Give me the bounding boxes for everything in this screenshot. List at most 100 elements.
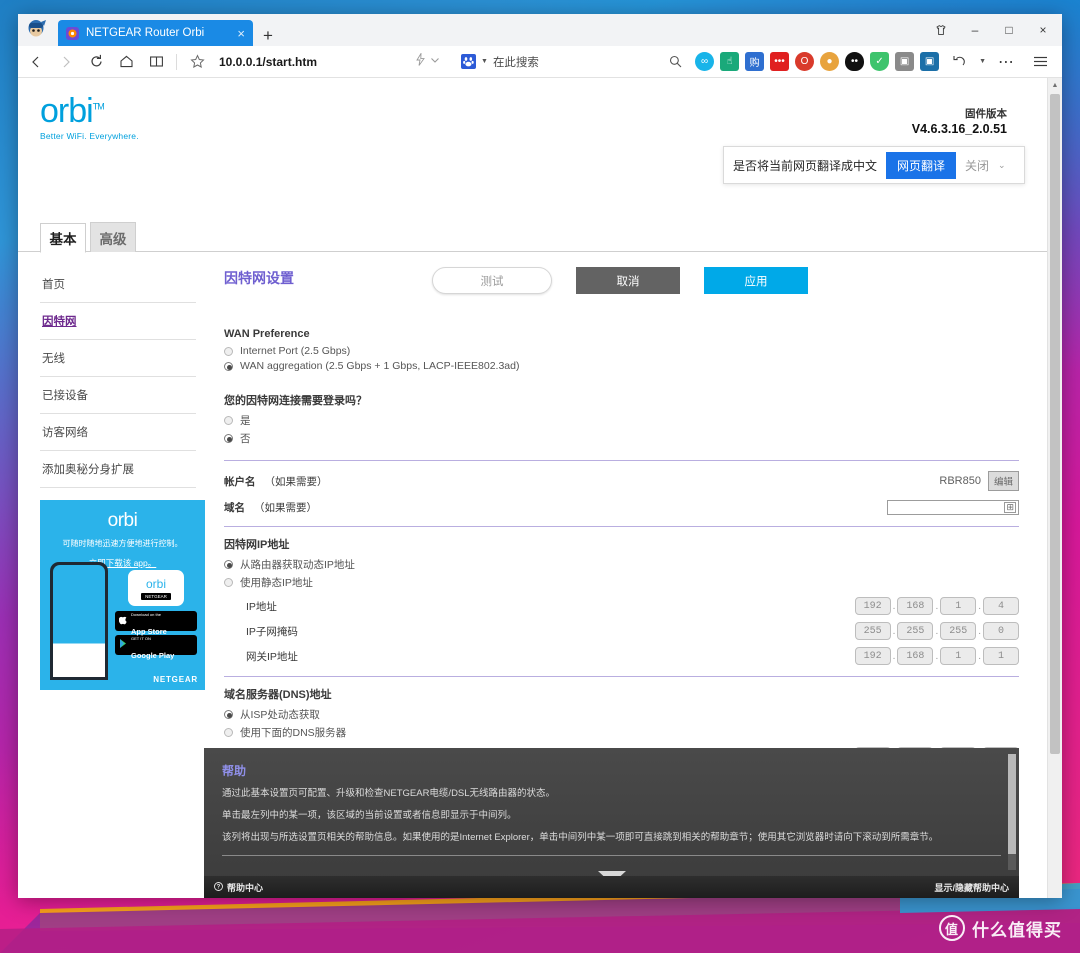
radio-static-ip[interactable]: 使用静态IP地址 bbox=[224, 575, 1019, 590]
octet-input[interactable]: 1 bbox=[983, 647, 1019, 665]
minimize-button[interactable]: – bbox=[958, 15, 992, 45]
radio-icon[interactable] bbox=[224, 362, 233, 371]
scrollbar-thumb[interactable] bbox=[1050, 94, 1060, 754]
scroll-up-icon[interactable]: ▲ bbox=[1048, 78, 1062, 93]
sidebar-item-internet[interactable]: 因特网 bbox=[40, 303, 196, 340]
edit-button[interactable]: 编辑 bbox=[988, 471, 1019, 491]
help-center-link[interactable]: ? 帮助中心 bbox=[214, 881, 263, 894]
chevron-down-icon[interactable] bbox=[429, 53, 441, 71]
radio-login-yes[interactable]: 是 bbox=[224, 413, 1019, 428]
radio-dns-manual[interactable]: 使用下面的DNS服务器 bbox=[224, 725, 1019, 740]
radio-icon[interactable] bbox=[224, 347, 233, 356]
help-body: 帮助 通过此基本设置页可配置、升级和检查NETGEAR电缆/DSL无线路由器的状… bbox=[204, 748, 1019, 876]
new-tab-button[interactable]: + bbox=[263, 27, 273, 44]
shirt-icon[interactable] bbox=[924, 15, 958, 45]
home-icon[interactable] bbox=[112, 48, 140, 76]
extension-camera-gray-icon[interactable]: ▣ bbox=[895, 52, 914, 71]
octet-input[interactable]: 255 bbox=[940, 622, 976, 640]
octet-input[interactable]: 1 bbox=[940, 597, 976, 615]
sidebar-item-attached-devices[interactable]: 已接设备 bbox=[40, 377, 196, 414]
octet-input[interactable]: 1 bbox=[940, 647, 976, 665]
radio-dns-from-isp[interactable]: 从ISP处动态获取 bbox=[224, 707, 1019, 722]
radio-icon[interactable] bbox=[224, 710, 233, 719]
cancel-button[interactable]: 取消 bbox=[576, 267, 680, 294]
octet-input[interactable]: 4 bbox=[983, 597, 1019, 615]
account-name-value: RBR850 bbox=[939, 475, 981, 487]
octet-input[interactable]: 255 bbox=[897, 622, 933, 640]
search-icon[interactable] bbox=[661, 48, 689, 76]
extension-hand-icon[interactable]: ☝ bbox=[720, 52, 739, 71]
tab-close-icon[interactable]: × bbox=[237, 27, 245, 40]
page-scrollbar[interactable]: ▲ bbox=[1047, 78, 1062, 898]
address-bar[interactable]: 10.0.0.1/start.htm bbox=[213, 55, 413, 69]
orbi-app-promo-card[interactable]: orbi 可随时随地迅速方便地进行控制。 立即下载该 app。 orbi NET… bbox=[40, 500, 205, 690]
octet-input[interactable]: 192 bbox=[855, 647, 891, 665]
undo-caret-icon[interactable]: ▼ bbox=[979, 58, 986, 65]
extension-cookie-icon[interactable]: ● bbox=[820, 52, 839, 71]
sidebar-item-wireless[interactable]: 无线 bbox=[40, 340, 196, 377]
browser-window: NETGEAR Router Orbi × + – □ × bbox=[18, 14, 1062, 898]
radio-icon[interactable] bbox=[224, 728, 233, 737]
translate-page-button[interactable]: 网页翻译 bbox=[886, 152, 956, 179]
bookmark-star-icon[interactable] bbox=[183, 48, 211, 76]
extension-red-icon[interactable]: ••• bbox=[770, 52, 789, 71]
radio-internet-port[interactable]: Internet Port (2.5 Gbps) bbox=[224, 345, 1019, 357]
sidebar-item-guest-network[interactable]: 访客网络 bbox=[40, 414, 196, 451]
tab-advanced[interactable]: 高级 bbox=[90, 222, 136, 252]
help-scrollbar[interactable] bbox=[1008, 754, 1016, 870]
toggle-help-center[interactable]: 显示/隐藏帮助中心 bbox=[934, 881, 1009, 894]
chevron-down-icon[interactable]: ⌄ bbox=[998, 160, 1006, 171]
extension-taobao-icon[interactable]: 购 bbox=[745, 52, 764, 71]
search-input[interactable]: 在此搜索 bbox=[493, 54, 539, 70]
back-icon[interactable] bbox=[22, 48, 50, 76]
apple-icon bbox=[119, 612, 128, 630]
undo-history-icon[interactable] bbox=[945, 48, 973, 76]
menu-hamburger-icon[interactable] bbox=[1026, 48, 1054, 76]
browser-logo-icon bbox=[18, 14, 58, 46]
reading-list-icon[interactable] bbox=[142, 48, 170, 76]
reload-icon[interactable] bbox=[82, 48, 110, 76]
radio-login-no[interactable]: 否 bbox=[224, 431, 1019, 446]
radio-icon[interactable] bbox=[224, 416, 233, 425]
login-required-heading: 您的因特网连接需要登录吗？ bbox=[224, 392, 1019, 408]
orbi-logo-tm: TM bbox=[93, 102, 104, 112]
octet-input[interactable]: 192 bbox=[855, 597, 891, 615]
extension-shield-icon[interactable]: ✓ bbox=[870, 52, 889, 71]
lightning-icon[interactable] bbox=[415, 53, 426, 71]
radio-icon[interactable] bbox=[224, 578, 233, 587]
ip-address-octets: 192. 168. 1. 4 bbox=[855, 597, 1019, 615]
tab-basic[interactable]: 基本 bbox=[40, 223, 86, 253]
maximize-button[interactable]: □ bbox=[992, 15, 1026, 45]
domain-name-input[interactable]: ⊞ bbox=[887, 500, 1019, 515]
search-dropdown-icon[interactable]: ▼ bbox=[481, 58, 488, 65]
browser-viewport: orbiTM Better WiFi. Everywhere. 固件版本 V4.… bbox=[18, 78, 1062, 898]
search-bar[interactable]: ▼ 在此搜索 bbox=[461, 54, 539, 70]
octet-input[interactable]: 168 bbox=[897, 597, 933, 615]
sidebar-item-home[interactable]: 首页 bbox=[40, 266, 196, 303]
sidebar-item-add-satellite[interactable]: 添加奥秘分身扩展 bbox=[40, 451, 196, 488]
translate-close-label[interactable]: 关闭 bbox=[965, 157, 989, 174]
radio-icon[interactable] bbox=[224, 434, 233, 443]
octet-input[interactable]: 255 bbox=[855, 622, 891, 640]
extension-camera-blue-icon[interactable]: ▣ bbox=[920, 52, 939, 71]
dns-heading: 域名服务器(DNS)地址 bbox=[224, 686, 1019, 702]
extension-dark-icon[interactable]: •• bbox=[845, 52, 864, 71]
forward-icon[interactable] bbox=[52, 48, 80, 76]
domain-name-row: 域名 （如果需要） ⊞ bbox=[224, 500, 1019, 515]
google-play-badge[interactable]: GET IT ONGoogle Play bbox=[115, 635, 197, 655]
extension-infinity-icon[interactable]: ∞ bbox=[695, 52, 714, 71]
radio-wan-aggregation[interactable]: WAN aggregation (2.5 Gbps + 1 Gbps, LACP… bbox=[224, 360, 1019, 372]
browser-tab-strip: NETGEAR Router Orbi × + – □ × bbox=[18, 14, 1062, 46]
more-options-icon[interactable]: ⋯ bbox=[992, 48, 1020, 76]
apply-button[interactable]: 应用 bbox=[704, 267, 808, 294]
octet-input[interactable]: 168 bbox=[897, 647, 933, 665]
octet-input[interactable]: 0 bbox=[983, 622, 1019, 640]
close-window-button[interactable]: × bbox=[1026, 15, 1060, 45]
address-bar-actions bbox=[415, 53, 441, 71]
radio-icon[interactable] bbox=[224, 560, 233, 569]
radio-dynamic-ip[interactable]: 从路由器获取动态IP地址 bbox=[224, 557, 1019, 572]
wan-preference-section: WAN Preference Internet Port (2.5 Gbps) … bbox=[224, 328, 1019, 372]
extension-opera-icon[interactable]: O bbox=[795, 52, 814, 71]
test-button[interactable]: 测试 bbox=[432, 267, 552, 294]
browser-tab[interactable]: NETGEAR Router Orbi × bbox=[58, 20, 253, 46]
